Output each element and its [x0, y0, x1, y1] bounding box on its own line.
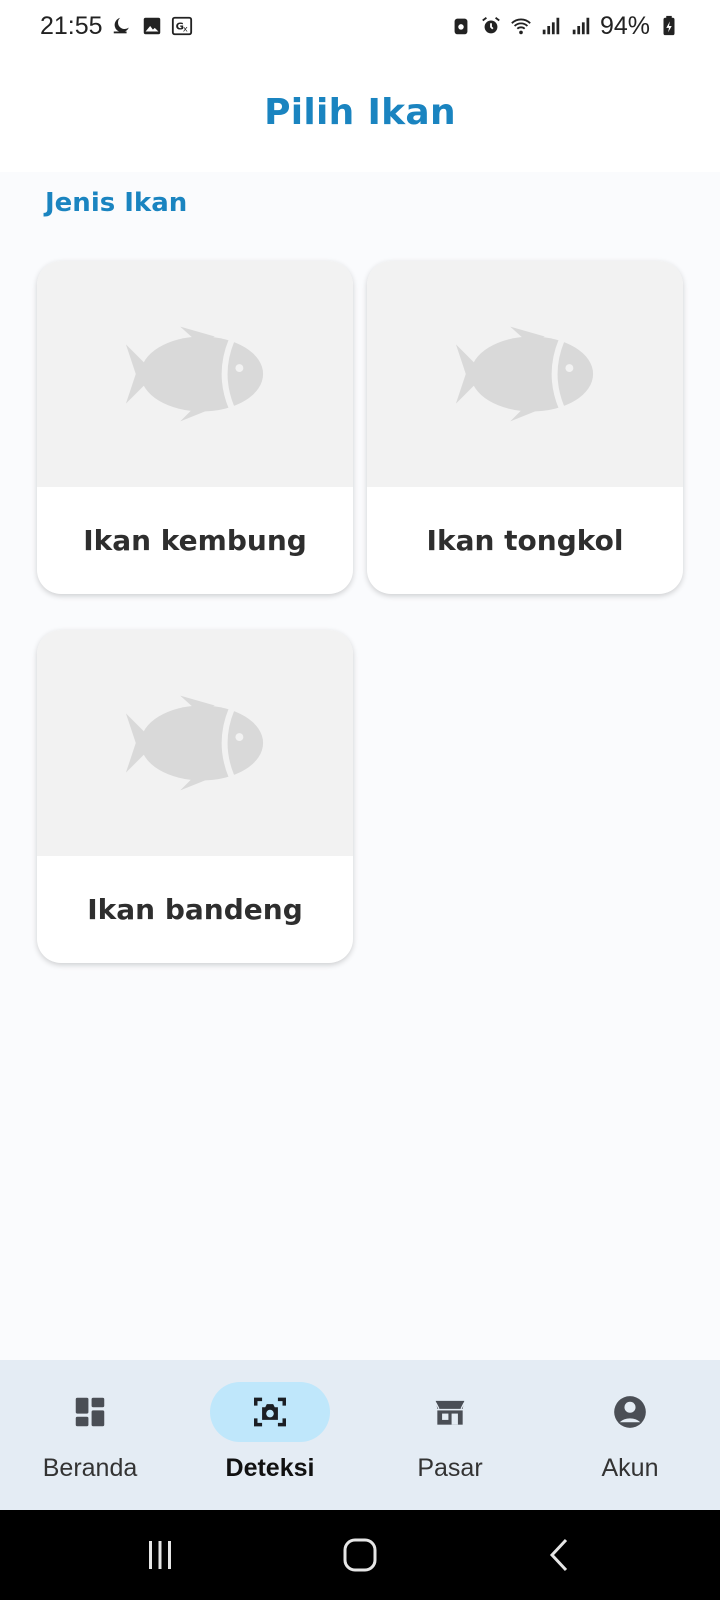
app-bar: Pilih Ikan — [0, 52, 720, 172]
back-icon — [549, 1538, 568, 1572]
fish-image-placeholder — [37, 630, 353, 856]
signal-icon — [570, 15, 592, 37]
nav-active-indicator — [210, 1382, 330, 1442]
fish-card-label: Ikan bandeng — [87, 893, 303, 926]
nav-item-akun[interactable]: Akun — [540, 1382, 720, 1483]
system-navigation-bar — [0, 1510, 720, 1600]
nav-label: Deteksi — [225, 1454, 315, 1482]
nav-item-beranda[interactable]: Beranda — [0, 1382, 180, 1483]
nav-label: Pasar — [417, 1454, 483, 1482]
fish-card-kembung[interactable]: Ikan kembung — [37, 261, 353, 594]
recents-button[interactable] — [130, 1525, 190, 1585]
translate-icon: Gx — [171, 15, 193, 37]
fish-card-bandeng[interactable]: Ikan bandeng — [37, 630, 353, 963]
wifi-icon — [510, 15, 532, 37]
bottom-navigation: Beranda Deteksi Pasar Akun — [0, 1360, 720, 1510]
fish-card-tongkol[interactable]: Ikan tongkol — [367, 261, 683, 594]
nav-label: Beranda — [42, 1454, 138, 1482]
nav-item-deteksi[interactable]: Deteksi — [180, 1382, 360, 1483]
battery-percentage: 94% — [599, 11, 650, 40]
recycle-icon — [450, 15, 472, 37]
status-left: 21:55 Gx — [40, 12, 193, 41]
fish-icon — [125, 326, 264, 422]
camera-scan-icon — [254, 1397, 286, 1427]
fish-card-label: Ikan kembung — [83, 524, 307, 557]
nav-icon-container — [570, 1382, 690, 1442]
image-icon — [141, 15, 163, 37]
fish-card-label: Ikan tongkol — [426, 524, 624, 557]
section-title: Jenis Ikan — [45, 188, 188, 218]
recents-icon — [149, 1541, 171, 1569]
status-bar: 21:55 Gx 94% — [0, 0, 720, 52]
fish-image-placeholder — [37, 261, 353, 487]
svg-text:x: x — [182, 24, 187, 34]
dashboard-icon — [75, 1397, 105, 1427]
fish-image-placeholder — [367, 261, 683, 487]
home-button[interactable] — [330, 1525, 390, 1585]
page-title: Pilih Ikan — [264, 91, 456, 133]
nav-icon-container — [30, 1382, 150, 1442]
status-time: 21:55 — [40, 11, 103, 40]
fish-icon — [455, 326, 594, 422]
nav-item-pasar[interactable]: Pasar — [360, 1382, 540, 1483]
nav-label: Akun — [601, 1454, 659, 1482]
account-icon — [614, 1396, 646, 1428]
moon-icon — [111, 15, 133, 37]
alarm-icon — [480, 15, 502, 37]
home-icon — [343, 1538, 377, 1572]
nav-icon-container — [390, 1382, 510, 1442]
battery-icon — [658, 15, 680, 37]
back-button[interactable] — [530, 1525, 590, 1585]
fish-icon — [125, 695, 264, 791]
signal-icon — [540, 15, 562, 37]
fish-selection-content[interactable]: Jenis Ikan Ikan kembung Ikan tongkol Ika… — [0, 172, 720, 1360]
store-icon — [435, 1400, 465, 1425]
status-right: 94% — [450, 12, 680, 41]
